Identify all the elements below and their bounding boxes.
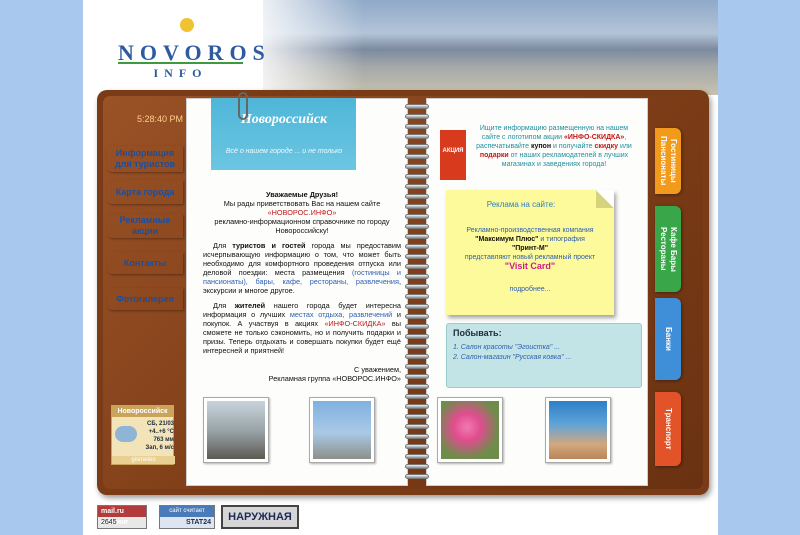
spiral-ring [405,454,429,459]
mail-rating-counter[interactable]: mail.ru рейтинг 2645 [97,505,147,529]
weather-city: Новороссийск [112,406,173,417]
spiral-ring [405,224,429,229]
spiral-ring [405,154,429,159]
tab-label: Банки [664,327,673,351]
spiral-ring [405,204,429,209]
weather-source: gismeteo [112,456,175,464]
visit-box-title: Побывать: [453,328,502,338]
sticky-title: Реклама на сайте: [486,200,556,209]
tab-label: Рекламные акции [119,215,171,236]
tab-label: Карта города [115,186,175,197]
spiral-ring [405,324,429,329]
tab-contacts[interactable]: Контакты [107,252,183,274]
spiral-ring [405,444,429,449]
spiral-ring [405,464,429,469]
spiral-ring [405,334,429,339]
ad-sticky-note: Реклама на сайте: Рекламно-производствен… [446,190,614,315]
tab-banks[interactable]: Банки [655,298,681,380]
visit-box: Побывать: 1. Салон красоты "Эгоистка" ..… [446,323,642,388]
clock: 5:28:40 PM [136,114,184,124]
photo-thumbnail[interactable] [203,397,269,463]
tab-promo-actions[interactable]: Рекламные акции [107,214,183,238]
city-card: Новороссийск Всё о нашем городе ... и не… [211,98,356,170]
photo-thumbnail[interactable] [545,397,611,463]
spiral-ring [405,244,429,249]
paperclip-icon [238,92,248,120]
leisure-links[interactable]: местах отдыха, развлечений [290,310,392,319]
page: NOVOROS INFO 5:28:40 PM Информация для т… [83,0,718,535]
discount-promo: АКЦИЯ Ищите информацию размещенную на на… [436,118,636,190]
spiral-ring [405,274,429,279]
spiral-ring [405,254,429,259]
tab-tourist-info[interactable]: Информация для туристов [107,146,183,172]
spiral-ring [405,354,429,359]
card-subtitle: Всё о нашем городе ... и не только [225,148,343,155]
site-logo[interactable]: NOVOROS INFO [118,18,265,80]
tab-transport[interactable]: Транспорт [655,392,681,466]
spiral-ring [405,424,429,429]
spiral-ring [405,184,429,189]
spiral-ring [405,434,429,439]
spiral-ring [405,374,429,379]
spiral-ring [405,294,429,299]
tab-label: Контакты [123,257,167,268]
spiral-ring [405,124,429,129]
spiral-ring [405,414,429,419]
tab-hotels[interactable]: Гостиницы Пансионаты [655,128,681,194]
spiral-ring [405,134,429,139]
tab-label: Гостиницы Пансионаты [659,136,678,186]
spiral-ring [405,394,429,399]
outdoor-ad-banner[interactable]: НАРУЖНАЯ [221,505,299,529]
photo-thumbnail[interactable] [309,397,375,463]
header: NOVOROS INFO [83,0,718,95]
spiral-ring [405,264,429,269]
tab-photo-gallery[interactable]: Фотогалерея [107,288,183,310]
spiral-ring [405,314,429,319]
tab-cafes[interactable]: Кафе Бары Рестораны [655,206,681,292]
spiral-ring [405,364,429,369]
spiral-ring [405,104,429,109]
spiral-ring [405,174,429,179]
more-link[interactable]: подробнее... [446,286,614,293]
spiral-ring [405,404,429,409]
tab-label: Кафе Бары Рестораны [659,226,678,272]
welcome-text: Уважаемые Друзья! Мы рады приветствовать… [203,190,402,383]
spiral-ring [405,194,429,199]
weather-widget[interactable]: Новороссийск СБ, 21/03 +4..+6 °C 763 мм … [111,405,175,465]
tab-label: Транспорт [664,408,673,450]
spiral-ring [405,214,429,219]
spiral-ring [405,344,429,349]
cloud-rain-icon [115,426,137,442]
promo-badge[interactable]: АКЦИЯ [440,130,466,180]
sun-icon [180,18,194,32]
spiral-ring [405,114,429,119]
visit-card-title: "Visit Card" [504,261,556,271]
notebook-spiral [405,104,429,482]
spiral-ring [405,234,429,239]
spiral-ring [405,144,429,149]
list-item[interactable]: 2. Салон-магазин "Русская ковка" ... [453,354,571,361]
tab-label: Фотогалерея [116,293,174,304]
photo-thumbnail[interactable] [437,397,503,463]
spiral-ring [405,284,429,289]
tab-label: Информация для туристов [114,148,176,169]
tab-city-map[interactable]: Карта города [107,180,183,204]
list-item[interactable]: 1. Салон красоты "Эгоистка" ... [453,344,560,351]
stat24-counter[interactable]: сайт считает STAT24 [159,505,215,529]
spiral-ring [405,474,429,479]
spiral-ring [405,384,429,389]
spiral-ring [405,304,429,309]
spiral-ring [405,164,429,169]
